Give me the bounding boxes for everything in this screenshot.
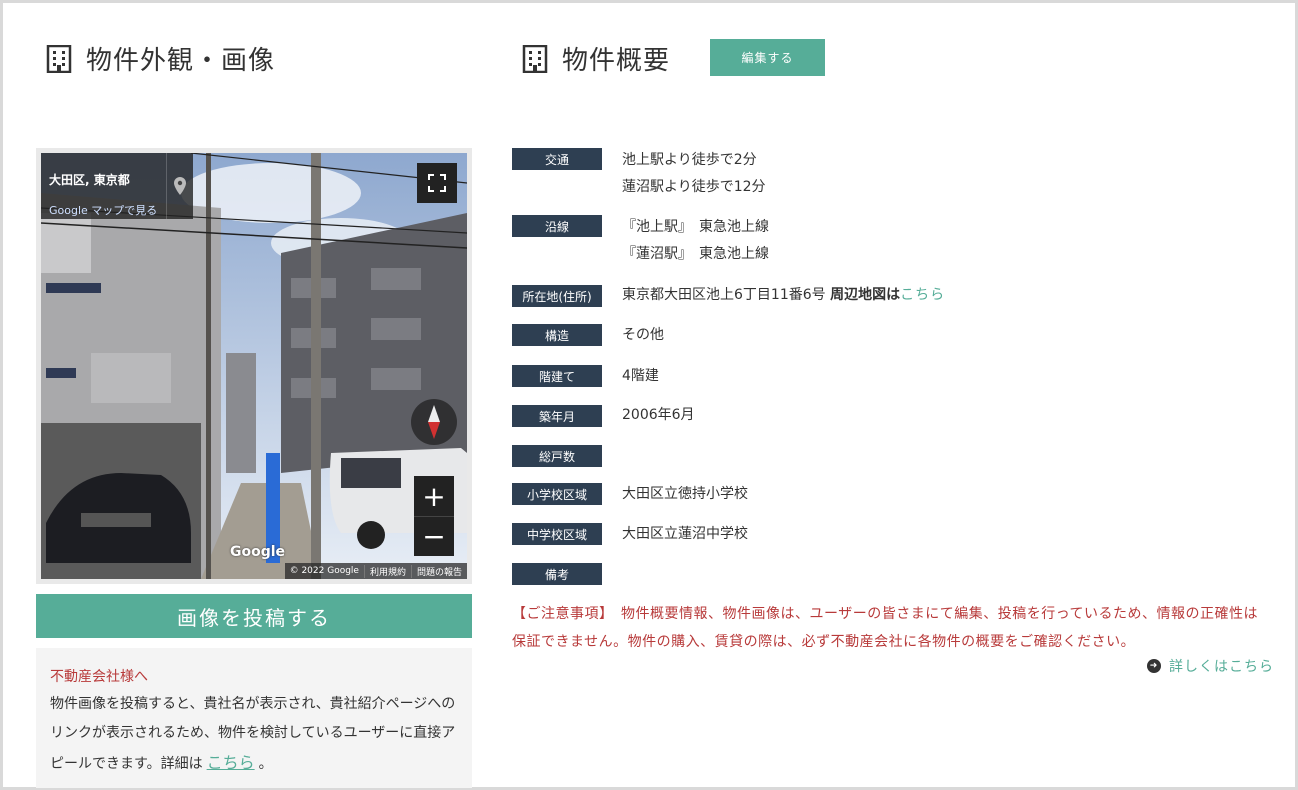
overview-section-title-text: 物件概要	[562, 46, 671, 76]
value-access: 池上駅より徒歩で2分 蓮沼駅より徒歩で12分	[622, 147, 766, 201]
zoom-out-button[interactable]: −	[414, 516, 454, 556]
copyright-text: © 2022 Google	[289, 566, 359, 576]
edit-button[interactable]: 編集する	[710, 39, 825, 76]
value-floors: 4階建	[622, 368, 659, 384]
google-maps-link[interactable]: Google マップで見る	[49, 202, 157, 218]
streetview-footer: © 2022 Google 利用規約 問題の報告	[284, 563, 467, 579]
value-structure: その他	[622, 327, 664, 343]
streetview-address: 大田区, 東京都	[49, 173, 130, 187]
map-label: 周辺地図は	[830, 287, 901, 303]
label-junior-high: 中学校区域	[512, 523, 602, 545]
line-2: 『蓮沼駅』 東急池上線	[622, 246, 769, 262]
label-access: 交通	[512, 148, 602, 170]
agent-text: 物件画像を投稿すると、貴社名が表示され、貴社紹介ページへのリンクが表示されるため…	[50, 690, 458, 779]
building-icon	[46, 44, 72, 73]
agent-tail: 。	[258, 756, 273, 772]
arrow-right-icon: ➜	[1147, 659, 1161, 673]
label-structure: 構造	[512, 324, 602, 346]
streetview-container: 大田区, 東京都 Google マップで見る + − Google © 2022…	[36, 148, 472, 584]
value-junior-high: 大田区立蓮沼中学校	[622, 526, 748, 542]
photo-section-title-text: 物件外観・画像	[86, 46, 276, 76]
terms-link[interactable]: 利用規約	[363, 564, 411, 578]
streetview-panorama[interactable]: 大田区, 東京都 Google マップで見る + − Google © 2022…	[41, 153, 467, 579]
overview-section-title: 物件概要	[522, 40, 670, 77]
fullscreen-icon	[428, 174, 446, 192]
label-address: 所在地(住所)	[512, 285, 602, 307]
access-line-1: 池上駅より徒歩で2分	[622, 152, 757, 168]
post-image-button[interactable]: 画像を投稿する	[36, 594, 472, 638]
notice-text: 【ご注意事項】 物件概要情報、物件画像は、ユーザーの皆さまにて編集、投稿を行って…	[512, 606, 1259, 650]
more-details-text[interactable]: 詳しくはこちら	[1169, 656, 1274, 676]
photo-section-title: 物件外観・画像	[46, 40, 275, 77]
zoom-in-button[interactable]: +	[414, 476, 454, 516]
google-logo: Google	[230, 544, 286, 560]
value-elementary: 大田区立徳持小学校	[622, 486, 748, 502]
label-remarks: 備考	[512, 563, 602, 585]
report-link[interactable]: 問題の報告	[410, 564, 467, 578]
agent-info-box: 不動産会社様へ 物件画像を投稿すると、貴社名が表示され、貴社紹介ページへのリンク…	[36, 648, 472, 788]
compass-icon[interactable]	[411, 399, 457, 445]
address-text: 東京都大田区池上6丁目11番6号	[622, 287, 826, 303]
agent-heading: 不動産会社様へ	[50, 669, 148, 685]
label-elementary: 小学校区域	[512, 483, 602, 505]
value-line: 『池上駅』 東急池上線 『蓮沼駅』 東急池上線	[622, 214, 769, 268]
access-line-2: 蓮沼駅より徒歩で12分	[622, 179, 766, 195]
value-address: 東京都大田区池上6丁目11番6号 周辺地図はこちら	[622, 282, 945, 309]
label-line: 沿線	[512, 215, 602, 237]
fullscreen-button[interactable]	[417, 163, 457, 203]
label-units: 総戸数	[512, 445, 602, 467]
label-built: 築年月	[512, 405, 602, 427]
agent-details-link[interactable]: こちら	[207, 753, 255, 772]
label-floors: 階建て	[512, 365, 602, 387]
building-icon	[522, 44, 548, 73]
value-built: 2006年6月	[622, 407, 695, 423]
map-link[interactable]: こちら	[900, 287, 945, 303]
streetview-info-box: 大田区, 東京都 Google マップで見る	[41, 153, 193, 219]
line-1: 『池上駅』 東急池上線	[622, 219, 769, 235]
more-details-link[interactable]: ➜ 詳しくはこちら	[1147, 656, 1274, 676]
map-pin-icon[interactable]	[166, 153, 193, 219]
